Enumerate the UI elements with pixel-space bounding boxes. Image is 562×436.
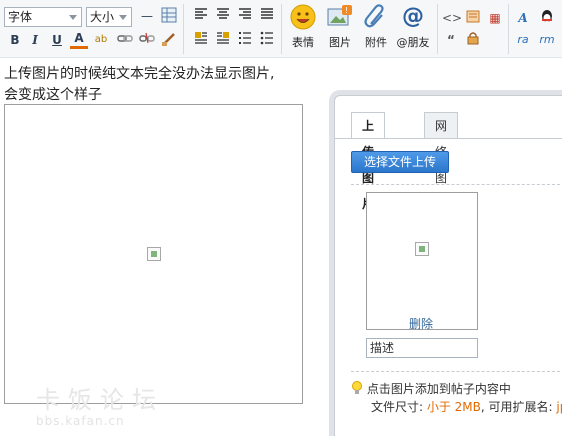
- at-sign-icon: @: [402, 4, 424, 29]
- spellcheck-icon[interactable]: ab: [92, 31, 110, 49]
- tab-divider: [335, 138, 562, 139]
- choose-file-button[interactable]: 选择文件上传: [351, 151, 449, 173]
- watermark-title: 卡饭论坛: [36, 386, 164, 414]
- table-icon[interactable]: [160, 7, 178, 25]
- upload-tip-text: 点击图片添加到帖子内容中: [366, 382, 511, 396]
- mention-button[interactable]: @ @朋友: [393, 4, 433, 50]
- link-icon[interactable]: [116, 31, 134, 49]
- unordered-list-icon[interactable]: [258, 31, 276, 49]
- upload-tip: 点击图片添加到帖子内容中: [351, 380, 511, 398]
- ordered-list-icon[interactable]: [236, 31, 254, 49]
- svg-text:!: !: [345, 6, 348, 15]
- paperclip-icon: [363, 4, 389, 30]
- image-label: 图片: [329, 36, 351, 49]
- image-upload-panel: 上传图片 网络图片 选择文件上传 删除 描述 点击图片添加到帖子内容中 文件尺寸…: [334, 95, 562, 436]
- delete-link[interactable]: 删除: [409, 315, 433, 332]
- quote-icon[interactable]: “: [442, 31, 460, 49]
- font-family-value: 字体: [8, 10, 33, 24]
- image-button[interactable]: ! 图片: [320, 4, 360, 50]
- unlink-icon[interactable]: [138, 31, 156, 49]
- emoticon-button[interactable]: 表情: [283, 4, 323, 50]
- toolbar-separator: [508, 4, 509, 54]
- align-justify-icon[interactable]: [258, 7, 276, 25]
- font-size-value: 大小: [90, 10, 115, 24]
- text-icon[interactable]: ▦: [486, 9, 504, 27]
- font-style-icon[interactable]: A: [514, 9, 532, 27]
- mention-label: @朋友: [396, 36, 430, 49]
- toolbar-separator: [437, 4, 438, 54]
- uploaded-thumbnail[interactable]: [366, 192, 478, 330]
- watermark-url: bbs.kafan.cn: [36, 414, 125, 428]
- align-left-icon[interactable]: [192, 7, 210, 25]
- file-constraints: 文件尺寸: 小于 2MB, 可用扩展名: jp: [371, 398, 562, 415]
- emoticon-label: 表情: [292, 36, 314, 49]
- smiley-icon: [290, 4, 316, 30]
- hr-icon[interactable]: —: [138, 7, 156, 25]
- free-content-icon[interactable]: [464, 31, 482, 49]
- inline-image-placeholder: [4, 104, 303, 404]
- underline-icon[interactable]: U: [48, 31, 66, 49]
- dashed-divider: [351, 371, 562, 372]
- description-input[interactable]: 描述: [366, 338, 478, 358]
- float-right-icon[interactable]: [214, 31, 232, 49]
- bold-icon[interactable]: B: [6, 31, 24, 49]
- broken-image-icon: [415, 242, 429, 256]
- attachment-button[interactable]: 附件: [356, 4, 396, 50]
- toolbar-separator: [281, 4, 282, 54]
- dashed-divider: [351, 184, 562, 185]
- filesize-label: 文件尺寸:: [371, 400, 427, 414]
- filesize-value: 小于 2MB: [426, 400, 481, 414]
- editor-toolbar: 字体 大小 — B I U A ab 表情 ! 图片 附件 @ @朋友 <> ▦…: [0, 0, 562, 58]
- float-left-icon[interactable]: [192, 31, 210, 49]
- font-family-select[interactable]: 字体: [4, 7, 82, 27]
- ext-label: , 可用扩展名:: [480, 400, 557, 414]
- message-line-2: 会变成这个样子: [4, 87, 102, 103]
- tab-network-image[interactable]: 网络图片: [424, 112, 459, 211]
- qq-show-icon[interactable]: rm: [538, 31, 556, 49]
- clear-format-icon[interactable]: [160, 31, 178, 49]
- broken-image-icon: [147, 247, 161, 261]
- chevron-down-icon: [119, 15, 127, 20]
- attachment-label: 附件: [365, 36, 387, 49]
- italic-icon[interactable]: I: [26, 31, 44, 49]
- message-line-1: 上传图片的时候纯文本完全没办法显示图片,: [4, 66, 275, 82]
- code-icon[interactable]: <>: [442, 9, 462, 27]
- lightbulb-icon: [351, 381, 363, 398]
- align-center-icon[interactable]: [214, 7, 232, 25]
- chevron-down-icon: [69, 15, 77, 20]
- hide-content-icon[interactable]: [464, 9, 482, 27]
- qq-icon[interactable]: [538, 9, 556, 27]
- ext-value: jp: [556, 400, 562, 414]
- align-right-icon[interactable]: [236, 7, 254, 25]
- image-icon: !: [327, 4, 353, 30]
- toolbar-separator: [183, 4, 184, 54]
- font-color-icon[interactable]: A: [70, 31, 88, 49]
- tab-upload-image[interactable]: 上传图片: [351, 112, 386, 211]
- qq-scene-icon[interactable]: ra: [514, 31, 532, 49]
- font-size-select[interactable]: 大小: [86, 7, 132, 27]
